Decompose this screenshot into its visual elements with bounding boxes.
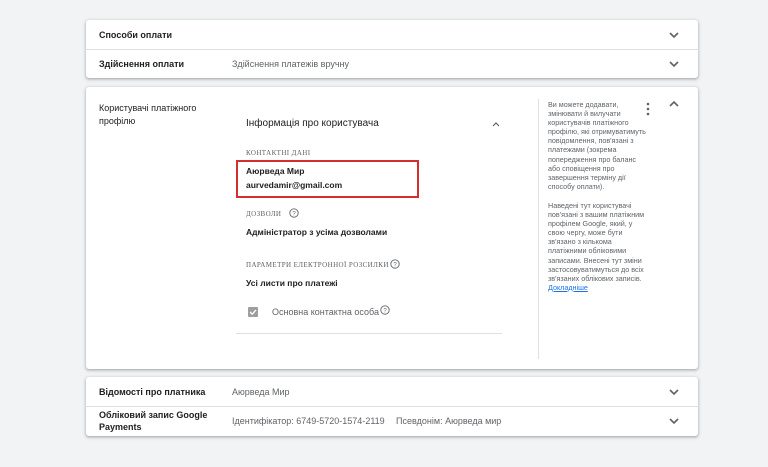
make-payment-row[interactable]: Здійснення оплати Здійснення платежів вр… [86,49,698,78]
chevron-down-icon[interactable] [668,58,680,70]
permissions-value: Адміністратор з усіма дозволами [246,227,388,237]
payer-card: Відомості про платника Аюрведа Мир Облік… [86,377,698,436]
more-vert-icon[interactable] [645,102,651,116]
help-icon[interactable]: ? [380,305,390,315]
help-sidebar: Ви можете додавати, змінювати й вилучати… [548,100,648,292]
learn-more-link[interactable]: Докладніше [548,283,648,292]
panel-divider [236,333,502,334]
users-card-title: Користувачі платіжного профілю [99,103,197,126]
chevron-down-icon[interactable] [668,415,680,427]
payment-settings-card: Способи оплати Здійснення оплати Здійсне… [86,20,698,78]
contact-email: aurvedamir@gmail.com [246,180,343,190]
chevron-up-icon[interactable] [668,98,680,110]
payer-info-row[interactable]: Відомості про платника Аюрведа Мир [86,377,698,406]
primary-contact-label: Основна контактна особа [272,307,379,317]
user-info-header[interactable]: Інформація про користувача [232,107,516,137]
contact-name: Аюрведа Мир [246,166,305,176]
contact-section-label: КОНТАКТНІ ДАНІ [246,149,311,157]
sidebar-text-2: Наведені тут користувачі пов'язані з ваш… [548,200,645,283]
primary-contact-checkbox[interactable] [248,307,258,317]
chevron-down-icon[interactable] [668,386,680,398]
billing-profile-users-card: Користувачі платіжного профілю Інформаці… [86,87,698,369]
permissions-label: ДОЗВОЛИ [246,210,282,218]
chevron-up-icon[interactable] [492,120,500,128]
sidebar-text-1: Ви можете додавати, змінювати й вилучати… [548,100,646,191]
sidebar-separator [538,99,539,359]
help-icon[interactable]: ? [390,259,400,269]
help-icon[interactable]: ? [289,208,299,218]
user-info-panel: Інформація про користувача КОНТАКТНІ ДАН… [232,107,516,335]
google-payments-alias: Псевдонім: Аюрведа мир [396,416,502,426]
payment-methods-row[interactable]: Способи оплати [86,20,698,49]
google-payments-label: Обліковий запис Google Payments [99,410,208,432]
chevron-down-icon[interactable] [668,29,680,41]
make-payment-value: Здійснення платежів вручну [232,59,350,69]
user-info-title: Інформація про користувача [246,118,379,129]
email-prefs-label: ПАРАМЕТРИ ЕЛЕКТРОННОЇ РОЗСИЛКИ [246,261,389,269]
google-payments-id: Ідентифікатор: 6749-5720-1574-2119 [232,416,385,426]
payer-info-value: Аюрведа Мир [232,387,290,397]
make-payment-label: Здійснення оплати [99,59,185,69]
email-prefs-value: Усі листи про платежі [246,278,338,288]
google-payments-row[interactable]: Обліковий запис Google Payments Ідентифі… [86,406,698,436]
payment-methods-label: Способи оплати [99,30,173,40]
checkbox-checked-icon [249,309,257,316]
payer-info-label: Відомості про платника [99,387,206,397]
